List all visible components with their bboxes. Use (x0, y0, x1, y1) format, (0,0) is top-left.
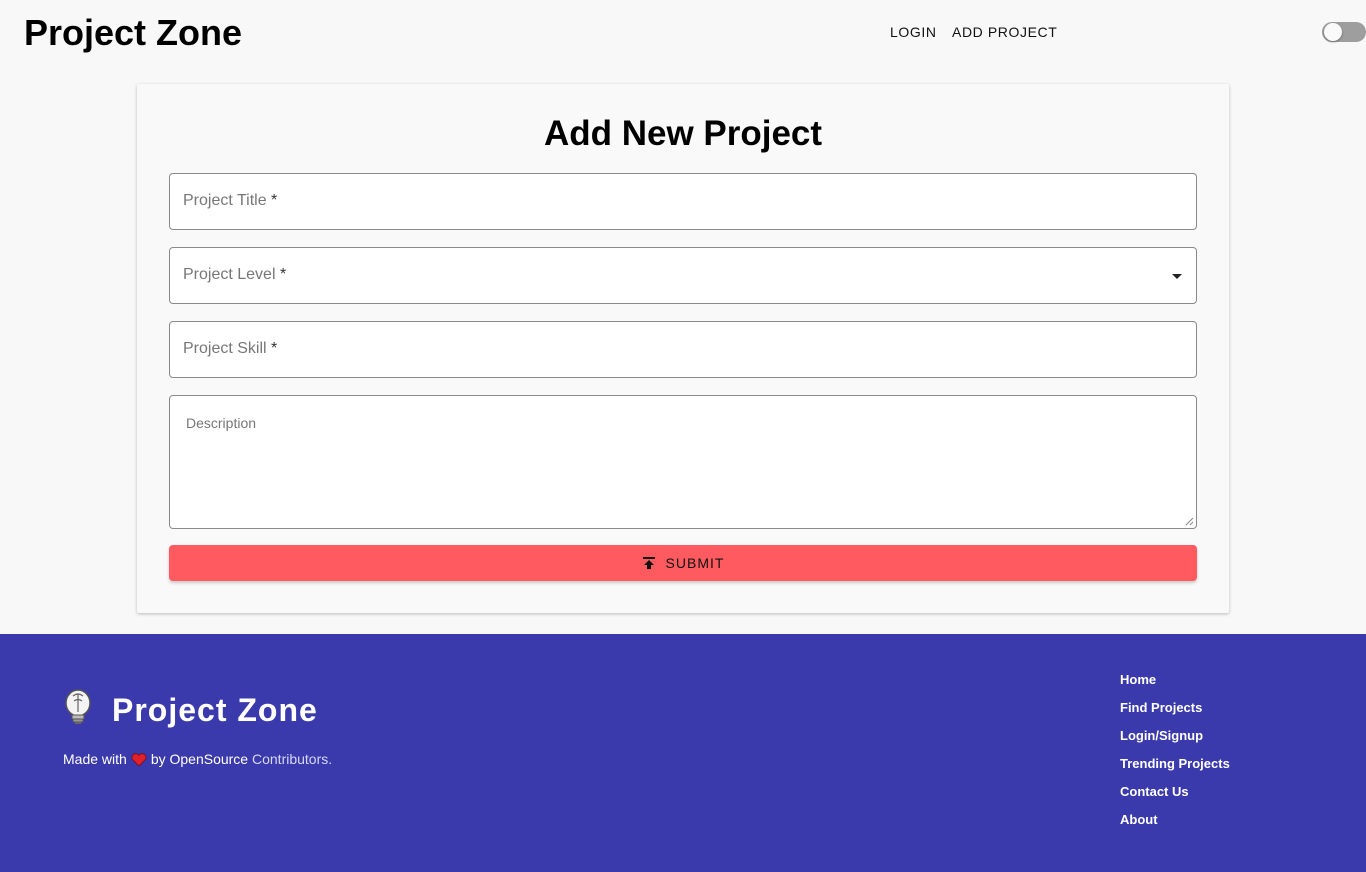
resize-grip-icon[interactable] (1185, 517, 1194, 526)
submit-button[interactable]: SUBMIT (169, 545, 1197, 581)
top-app-bar: Project Zone LOGIN ADD PROJECT (0, 0, 1366, 64)
toggle-knob (1324, 23, 1342, 41)
upload-icon (642, 557, 655, 569)
site-footer: Project Zone Made with by OpenSource Con… (0, 634, 1366, 872)
footer-credit: Made with by OpenSource Contributors. (63, 751, 333, 767)
footer-link-find-projects[interactable]: Find Projects (1120, 701, 1230, 729)
nav-login-link[interactable]: LOGIN (890, 24, 937, 40)
project-level-select[interactable]: Project Level * (169, 247, 1197, 304)
lightbulb-icon (65, 689, 91, 724)
project-skill-label: Project Skill * (183, 340, 278, 357)
description-placeholder: Description (186, 415, 257, 431)
project-title-label: Project Title * (183, 192, 278, 209)
theme-toggle-switch[interactable] (1322, 22, 1366, 42)
nav-add-project-link[interactable]: ADD PROJECT (952, 24, 1057, 40)
project-skill-input[interactable]: Project Skill * (169, 321, 1197, 378)
project-level-label: Project Level * (183, 266, 287, 283)
footer-link-home[interactable]: Home (1120, 673, 1230, 701)
contributors-link[interactable]: Contributors. (252, 751, 332, 767)
footer-brand: Project Zone (112, 692, 318, 728)
footer-link-trending-projects[interactable]: Trending Projects (1120, 757, 1230, 785)
footer-link-contact-us[interactable]: Contact Us (1120, 785, 1230, 813)
site-brand[interactable]: Project Zone (24, 12, 242, 54)
submit-button-label: SUBMIT (665, 555, 725, 571)
heart-icon (131, 753, 147, 767)
project-title-input[interactable]: Project Title * (169, 173, 1197, 230)
footer-link-login-signup[interactable]: Login/Signup (1120, 729, 1230, 757)
description-textarea[interactable]: Description (169, 395, 1197, 529)
page-title: Add New Project (543, 114, 823, 153)
footer-links: Home Find Projects Login/Signup Trending… (1120, 673, 1230, 841)
footer-link-about[interactable]: About (1120, 813, 1230, 841)
arrow-drop-down-icon[interactable] (1172, 274, 1182, 279)
